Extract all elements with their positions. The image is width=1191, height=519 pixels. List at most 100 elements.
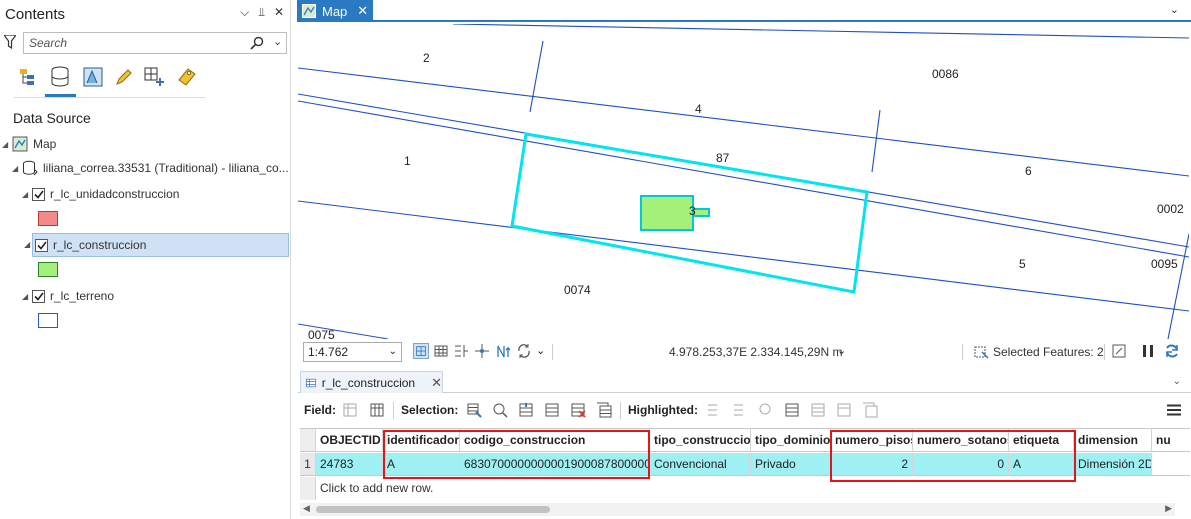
close-tab-icon[interactable]: ✕ (431, 375, 442, 391)
highlight-zoom-icon[interactable] (706, 402, 722, 418)
close-tab-icon[interactable]: ✕ (357, 3, 368, 19)
table-icon (306, 378, 316, 387)
layer-symbol-swatch[interactable] (38, 211, 58, 226)
scroll-left-icon[interactable]: ◀ (303, 503, 310, 514)
field-label: Field: (304, 403, 336, 417)
map-extent-icon[interactable] (1111, 343, 1127, 359)
cell-objectid[interactable]: 24783 (316, 453, 383, 476)
list-by-drawing-order-icon[interactable] (17, 64, 43, 90)
highlight-switch-icon[interactable] (784, 402, 800, 418)
add-new-row-text[interactable]: Click to add new row. (316, 477, 616, 500)
contents-title: Contents (5, 6, 66, 23)
tab-map[interactable]: Map ✕ (297, 0, 373, 22)
list-by-data-source-icon[interactable] (47, 64, 73, 90)
building-polygon[interactable] (640, 195, 694, 231)
select-all-icon[interactable] (544, 402, 560, 418)
grid-toggle-icon[interactable] (413, 343, 429, 359)
column-header[interactable]: dimension (1074, 429, 1152, 452)
table-menu-icon[interactable] (1167, 404, 1181, 416)
cell-dimension[interactable]: Dimensión 2D (1074, 453, 1152, 476)
layer-symbol-swatch[interactable] (38, 313, 58, 328)
column-header[interactable]: tipo_dominio (751, 429, 831, 452)
layer-visibility-checkbox[interactable] (32, 187, 45, 201)
table-grid-icon[interactable] (433, 343, 449, 359)
map-canvas[interactable]: 2 0086 4 87 1 6 3 0002 5 0095 0074 0075 (298, 24, 1189, 339)
column-header[interactable]: OBJECTID * (316, 429, 383, 452)
north-arrow-icon[interactable] (495, 343, 511, 359)
search-options-chevron-icon[interactable]: ⌄ (273, 35, 282, 48)
scale-value: 1:4.762 (308, 345, 349, 359)
tab-options-chevron-icon[interactable]: ⌄ (1170, 3, 1179, 16)
column-header[interactable]: tipo_construccion (650, 429, 751, 452)
list-by-labeling-icon[interactable] (174, 64, 200, 90)
scale-selector[interactable]: 1:4.762 ⌄ (303, 342, 402, 362)
chevron-down-icon[interactable]: ⌄ (837, 344, 846, 357)
refresh-icon[interactable] (1164, 343, 1180, 359)
scroll-right-icon[interactable]: ▶ (1165, 503, 1172, 514)
cell-tipo-construccion[interactable]: Convencional (650, 453, 751, 476)
column-header[interactable]: nu (1152, 429, 1190, 452)
add-field-icon[interactable] (342, 402, 358, 418)
list-by-editing-icon[interactable] (111, 64, 137, 90)
collapse-triangle-icon[interactable]: ◢ (12, 164, 22, 173)
collapse-triangle-icon[interactable]: ◢ (22, 190, 32, 199)
search-icon[interactable] (250, 36, 264, 50)
highlight-pan-icon[interactable] (732, 402, 748, 418)
clear-selection-icon[interactable] (570, 402, 586, 418)
chevron-down-icon[interactable]: ⌄ (536, 344, 545, 357)
parcel-line (529, 40, 544, 113)
contents-search-box[interactable]: ⌄ (23, 32, 287, 54)
parcel-map[interactable]: 2 0086 4 87 1 6 3 0002 5 0095 0074 0075 (298, 24, 1189, 339)
field-view-icon[interactable] (369, 402, 385, 418)
parcel-label: 1 (404, 154, 411, 168)
map-status-bar: 1:4.762 ⌄ ⌄ 4.978.253,37E 2.334.145,29N … (298, 339, 1189, 365)
selected-features-indicator[interactable]: Selected Features: 2 (974, 344, 1104, 360)
coordinate-readout: 4.978.253,37E 2.334.145,29N m (669, 345, 843, 359)
filter-icon[interactable] (4, 35, 16, 49)
highlight-flash-icon[interactable] (758, 402, 774, 418)
layer-construccion[interactable]: r_lc_construccion (32, 233, 289, 257)
collapse-triangle-icon[interactable]: ◢ (22, 292, 32, 301)
contents-pane: Contents ⌵ ⫫ ✕ ⌄ (0, 0, 291, 519)
cell-nu[interactable] (1152, 453, 1190, 476)
search-input[interactable] (24, 33, 239, 53)
collapse-triangle-icon[interactable]: ◢ (2, 140, 12, 149)
parcel-label: 3 (689, 204, 696, 218)
layer-unidadconstruccion[interactable]: ◢ r_lc_unidadconstruccion (22, 183, 179, 205)
parcel-label: 0075 (308, 328, 335, 339)
row-number[interactable]: 1 (300, 453, 316, 476)
pause-drawing-icon[interactable] (1140, 343, 1156, 359)
layer-terreno[interactable]: ◢ r_lc_terreno (22, 285, 114, 307)
highlighted-label: Highlighted: (628, 403, 698, 417)
pane-options-chevron-icon[interactable]: ⌵ (240, 5, 249, 20)
switch-selection-icon[interactable] (518, 402, 534, 418)
pin-icon[interactable]: ⫫ (258, 5, 265, 20)
tab-attribute-table[interactable]: r_lc_construccion ✕ (300, 371, 443, 393)
close-icon[interactable]: ✕ (274, 5, 284, 20)
constraints-icon[interactable] (474, 343, 490, 359)
highlight-delete-icon[interactable] (862, 402, 878, 418)
delete-selected-icon[interactable] (596, 402, 612, 418)
refresh-sync-icon[interactable] (516, 343, 532, 359)
highlight-clear-icon[interactable] (836, 402, 852, 418)
layer-visibility-checkbox[interactable] (35, 238, 48, 252)
list-by-selection-icon[interactable] (80, 64, 106, 90)
parcel-label: 0002 (1157, 202, 1184, 216)
list-by-snapping-icon[interactable] (141, 64, 167, 90)
cell-tipo-dominio[interactable]: Privado (751, 453, 831, 476)
attribute-table-grid[interactable]: OBJECTID * identificador codigo_construc… (300, 428, 1190, 502)
select-by-attributes-icon[interactable] (466, 402, 482, 418)
parcel-label: 0095 (1151, 257, 1178, 271)
snapping-icon[interactable] (453, 343, 469, 359)
zoom-to-selection-icon[interactable] (492, 402, 508, 418)
scroll-thumb[interactable] (316, 506, 550, 513)
chevron-down-icon[interactable]: ⌄ (389, 343, 397, 361)
layer-symbol-swatch[interactable] (38, 262, 58, 277)
tab-options-chevron-icon[interactable]: ⌄ (1173, 376, 1181, 387)
tree-item-map[interactable]: ◢ Map (2, 133, 56, 155)
tree-item-database[interactable]: ◢ liliana_correa.33531 (Traditional) - l… (12, 157, 289, 179)
horizontal-scrollbar[interactable]: ◀ ▶ (300, 503, 1175, 516)
highlight-unselect-icon[interactable] (810, 402, 826, 418)
layer-visibility-checkbox[interactable] (32, 289, 45, 303)
collapse-triangle-icon[interactable]: ◢ (24, 240, 34, 249)
